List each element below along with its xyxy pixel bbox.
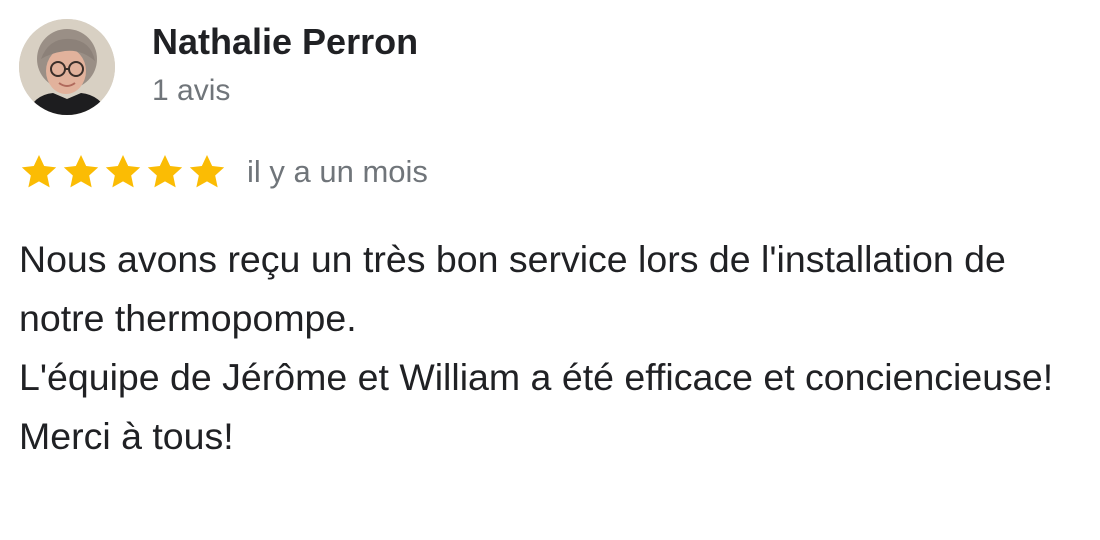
author-name[interactable]: Nathalie Perron — [152, 20, 418, 64]
star-rating — [19, 152, 229, 192]
review-text-paragraph: Nous avons reçu un très bon service lors… — [19, 238, 1006, 339]
review-body: Nous avons reçu un très bon service lors… — [19, 230, 1089, 466]
star-icon — [21, 155, 57, 188]
avatar-photo-icon — [19, 19, 115, 115]
review-text-paragraph: L'équipe de Jérôme et William a été effi… — [19, 356, 1054, 398]
review-timestamp: il y a un mois — [247, 154, 428, 189]
star-icon — [147, 155, 183, 188]
star-icon — [63, 155, 99, 188]
author-avatar[interactable] — [19, 19, 115, 115]
rating-row: il y a un mois — [19, 150, 428, 194]
review-card: Nathalie Perron 1 avis il y a un mois No… — [0, 0, 1100, 540]
author-review-count: 1 avis — [152, 74, 231, 107]
star-icon — [189, 155, 225, 188]
review-text-paragraph: Merci à tous! — [19, 415, 234, 457]
star-icon — [105, 155, 141, 188]
